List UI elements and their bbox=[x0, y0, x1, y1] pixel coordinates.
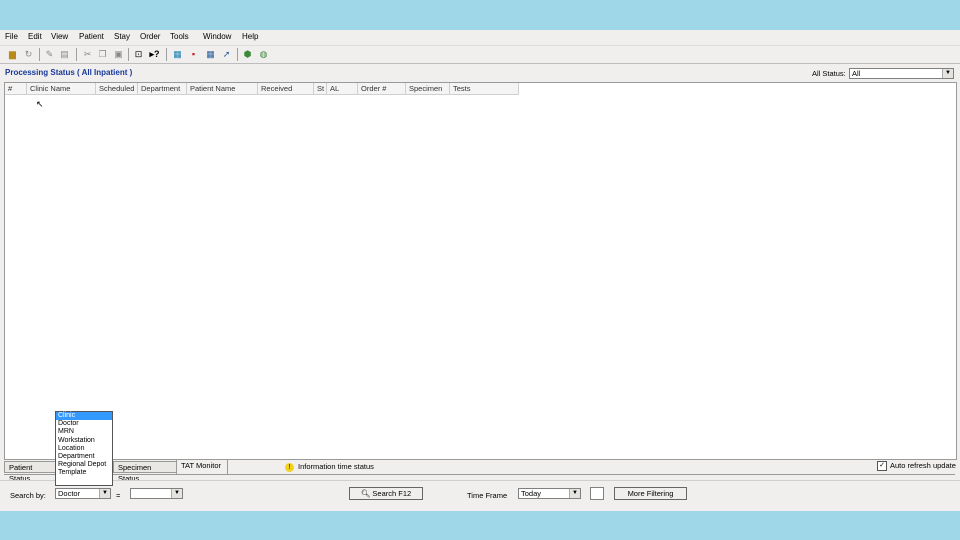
search-value-select[interactable]: ▼ bbox=[130, 488, 183, 499]
auto-refresh-toggle[interactable]: ✓ Auto refresh update bbox=[877, 461, 956, 472]
dropdown-option[interactable]: Department bbox=[56, 453, 112, 461]
toolbar-separator bbox=[76, 48, 77, 61]
menu-file[interactable]: File bbox=[5, 32, 18, 41]
toolbar-separator bbox=[166, 48, 167, 61]
chart-icon[interactable]: ➚ bbox=[221, 49, 232, 59]
dropdown-option[interactable]: Location bbox=[56, 445, 112, 453]
column-header[interactable]: Patient Name bbox=[187, 83, 258, 94]
column-header[interactable]: Received bbox=[258, 83, 314, 94]
toolbar: ▆ ↻ ✎ ▤ ✂ ❐ ▣ ⊡ ▸? ▦ ▪ ▦ ➚ ⬢ ◍ bbox=[0, 45, 960, 64]
mouse-cursor-icon: ↖ bbox=[36, 99, 44, 109]
app-window: File Edit View Patient Stay Order Tools … bbox=[0, 30, 960, 511]
column-header[interactable]: Clinic Name bbox=[27, 83, 96, 94]
dropdown-option[interactable]: Workstation bbox=[56, 437, 112, 445]
column-header[interactable]: Tests bbox=[450, 83, 519, 94]
all-status-select[interactable]: All ▼ bbox=[849, 68, 954, 79]
dropdown-option[interactable]: Doctor bbox=[56, 420, 112, 428]
info-text: Information time status bbox=[298, 462, 374, 471]
column-header[interactable]: Department bbox=[138, 83, 187, 94]
tab-specimen-status[interactable]: Specimen Status bbox=[113, 461, 177, 483]
auto-refresh-label: Auto refresh update bbox=[890, 461, 956, 470]
column-header[interactable]: Order # bbox=[358, 83, 406, 94]
panel-caption: Processing Status ( All Inpatient ) bbox=[5, 68, 133, 77]
edit-icon[interactable]: ✎ bbox=[44, 49, 55, 59]
chevron-down-icon[interactable]: ▼ bbox=[942, 69, 953, 78]
time-frame-select[interactable]: Today ▼ bbox=[518, 488, 581, 499]
all-status-label: All Status: bbox=[812, 69, 846, 78]
chevron-down-icon[interactable]: ▼ bbox=[569, 489, 580, 498]
patient-icon[interactable]: ▦ bbox=[172, 49, 183, 59]
status-grid[interactable]: # Clinic Name Scheduled Department Patie… bbox=[4, 82, 957, 460]
dropdown-option[interactable]: Clinic bbox=[56, 412, 112, 421]
grid-header: # Clinic Name Scheduled Department Patie… bbox=[5, 83, 519, 95]
search-by-value: Doctor bbox=[58, 489, 81, 498]
search-button[interactable]: 🔍︎ Search F12 bbox=[349, 487, 423, 500]
find-icon[interactable]: ⊡ bbox=[133, 49, 144, 59]
dropdown-option[interactable]: MRN bbox=[56, 428, 112, 436]
cut-icon[interactable]: ✂ bbox=[82, 49, 93, 59]
search-button-label: Search F12 bbox=[372, 489, 412, 498]
search-bar: Search by: Doctor ▼ = ▼ 🔍︎ Search F12 Ti… bbox=[0, 480, 960, 511]
dropdown-option[interactable]: Regional Depot bbox=[56, 461, 112, 469]
column-header[interactable]: St bbox=[314, 83, 327, 94]
paste-icon[interactable]: ▣ bbox=[113, 49, 124, 59]
refresh-icon[interactable]: ↻ bbox=[23, 49, 34, 59]
help-icon[interactable]: ▸? bbox=[149, 49, 160, 59]
menu-view[interactable]: View bbox=[51, 32, 68, 41]
chevron-down-icon[interactable]: ▼ bbox=[99, 489, 110, 498]
column-header[interactable]: AL bbox=[327, 83, 358, 94]
toolbar-separator bbox=[128, 48, 129, 61]
print-icon[interactable]: ▤ bbox=[59, 49, 70, 59]
tab-strip: Patient Status Specimen Status TAT Monit… bbox=[4, 459, 955, 483]
copy-icon[interactable]: ❐ bbox=[97, 49, 108, 59]
order-icon[interactable]: ▪ bbox=[188, 49, 199, 59]
search-by-dropdown[interactable]: Clinic Doctor MRN Workstation Location D… bbox=[55, 411, 113, 486]
column-header[interactable]: Specimen bbox=[406, 83, 450, 94]
column-header[interactable]: # bbox=[5, 83, 27, 94]
menu-stay[interactable]: Stay bbox=[114, 32, 130, 41]
menu-order[interactable]: Order bbox=[140, 32, 160, 41]
operator-label: = bbox=[116, 491, 121, 500]
time-frame-label: Time Frame bbox=[467, 491, 508, 500]
checkbox-icon[interactable]: ✓ bbox=[877, 461, 887, 472]
bulb-icon: ! bbox=[285, 463, 294, 472]
info-status: ! Information time status bbox=[285, 462, 374, 472]
globe-icon[interactable]: ◍ bbox=[258, 49, 269, 59]
export-icon[interactable]: ⬢ bbox=[242, 49, 253, 59]
search-icon: 🔍︎ bbox=[360, 489, 373, 498]
grid-icon[interactable]: ▦ bbox=[205, 49, 216, 59]
time-frame-value: Today bbox=[521, 489, 542, 498]
menu-patient[interactable]: Patient bbox=[79, 32, 104, 41]
time-frame-extra-field[interactable] bbox=[590, 487, 604, 500]
column-header[interactable]: Scheduled bbox=[96, 83, 138, 94]
toolbar-separator bbox=[39, 48, 40, 61]
menu-help[interactable]: Help bbox=[242, 32, 258, 41]
all-status-value: All bbox=[852, 69, 861, 78]
menu-window[interactable]: Window bbox=[203, 32, 231, 41]
search-by-select[interactable]: Doctor ▼ bbox=[55, 488, 111, 499]
chevron-down-icon[interactable]: ▼ bbox=[171, 489, 182, 498]
dropdown-option[interactable]: Template bbox=[56, 469, 112, 477]
more-filtering-button[interactable]: More Filtering bbox=[614, 487, 687, 500]
toolbar-separator bbox=[237, 48, 238, 61]
tab-patient-status[interactable]: Patient Status bbox=[4, 461, 56, 483]
menu-edit[interactable]: Edit bbox=[28, 32, 42, 41]
tab-tat-monitor[interactable]: TAT Monitor bbox=[176, 459, 228, 474]
search-by-label: Search by: bbox=[10, 491, 46, 500]
menu-bar: File Edit View Patient Stay Order Tools … bbox=[0, 30, 960, 44]
open-folder-icon[interactable]: ▆ bbox=[7, 49, 18, 59]
menu-tools[interactable]: Tools bbox=[170, 32, 189, 41]
